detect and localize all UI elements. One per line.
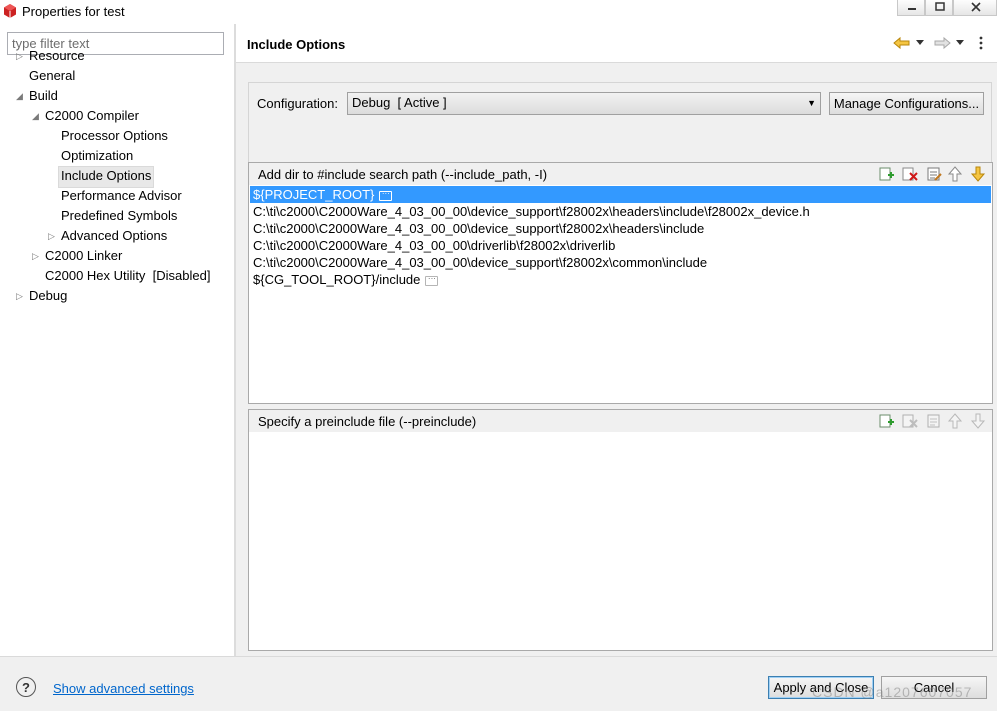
include-path-text: ${PROJECT_ROOT} — [253, 187, 375, 202]
delete-icon[interactable] — [902, 166, 918, 182]
include-path-header: Add dir to #include search path (--inclu… — [249, 163, 992, 185]
back-arrow-icon[interactable] — [893, 36, 911, 50]
tree-item-general[interactable]: General — [29, 66, 75, 86]
collapsed-arrow-icon[interactable]: ▷ — [16, 286, 23, 306]
edit-icon[interactable] — [926, 166, 942, 182]
include-path-text: C:\ti\c2000\C2000Ware_4_03_00_00\driverl… — [253, 238, 616, 253]
expanded-arrow-icon[interactable]: ◢ — [32, 106, 39, 126]
tree-item-c2000-hex-utility-disabled[interactable]: C2000 Hex Utility [Disabled] — [45, 266, 210, 286]
include-path-group: Add dir to #include search path (--inclu… — [248, 162, 993, 404]
include-path-row[interactable]: ${CG_TOOL_ROOT}/include ··· — [250, 271, 991, 288]
forward-arrow-icon[interactable] — [933, 36, 951, 50]
include-path-row[interactable]: C:\ti\c2000\C2000Ware_4_03_00_00\driverl… — [250, 237, 991, 254]
include-path-row[interactable]: ${PROJECT_ROOT} ··· — [250, 186, 991, 203]
window-title: Properties for test — [22, 4, 125, 19]
move-down-icon — [970, 413, 986, 429]
move-down-icon[interactable] — [970, 166, 986, 182]
preinclude-header: Specify a preinclude file (--preinclude) — [249, 410, 992, 432]
close-button[interactable] — [953, 0, 997, 16]
variable-ellipsis-icon[interactable]: ··· — [425, 274, 439, 286]
include-path-text: ${CG_TOOL_ROOT}/include — [253, 272, 421, 287]
title-bar: Properties for test — [0, 0, 997, 24]
tree-item-resource[interactable]: Resource — [29, 46, 85, 66]
delete-icon — [902, 414, 918, 428]
tree-item-c2000-compiler[interactable]: C2000 Compiler — [45, 106, 139, 126]
include-path-row[interactable]: C:\ti\c2000\C2000Ware_4_03_00_00\device_… — [250, 254, 991, 271]
tree-item-build[interactable]: Build — [29, 86, 58, 106]
app-icon — [4, 4, 16, 18]
tree-item-optimization[interactable]: Optimization — [61, 146, 133, 166]
move-up-icon[interactable] — [947, 166, 963, 182]
collapsed-arrow-icon[interactable]: ▷ — [48, 226, 55, 246]
minimize-icon — [908, 8, 916, 10]
include-path-title: Add dir to #include search path (--inclu… — [258, 167, 548, 182]
preinclude-group: Specify a preinclude file (--preinclude) — [248, 409, 993, 651]
include-path-text: C:\ti\c2000\C2000Ware_4_03_00_00\device_… — [253, 221, 705, 236]
add-icon[interactable] — [879, 166, 895, 182]
minimize-button[interactable] — [897, 0, 925, 16]
chevron-down-icon: ▼ — [807, 98, 816, 108]
close-icon — [971, 2, 981, 12]
expanded-arrow-icon[interactable]: ◢ — [16, 86, 23, 106]
back-menu-icon[interactable] — [916, 40, 925, 46]
tree-item-processor-options[interactable]: Processor Options — [61, 126, 168, 146]
maximize-icon — [935, 2, 945, 11]
tree-item-predefined-symbols[interactable]: Predefined Symbols — [61, 206, 177, 226]
preinclude-title: Specify a preinclude file (--preinclude) — [258, 414, 477, 429]
forward-menu-icon[interactable] — [956, 40, 965, 46]
collapsed-arrow-icon[interactable]: ▷ — [16, 46, 23, 66]
configuration-label: Configuration: — [257, 96, 338, 111]
tree-item-debug[interactable]: Debug — [29, 286, 67, 306]
tree-item-c2000-linker[interactable]: C2000 Linker — [45, 246, 122, 266]
help-icon[interactable]: ? — [16, 677, 36, 697]
watermark: CSDN @a1207607057 — [812, 684, 973, 700]
variable-ellipsis-icon[interactable]: ··· — [379, 189, 393, 201]
include-path-text: C:\ti\c2000\C2000Ware_4_03_00_00\device_… — [253, 204, 810, 219]
configuration-value: Debug [ Active ] — [352, 95, 447, 110]
include-path-row[interactable]: C:\ti\c2000\C2000Ware_4_03_00_00\device_… — [250, 203, 991, 220]
include-path-text: C:\ti\c2000\C2000Ware_4_03_00_00\device_… — [253, 255, 708, 270]
tree-item-advanced-options[interactable]: Advanced Options — [61, 226, 167, 246]
collapsed-arrow-icon[interactable]: ▷ — [32, 246, 39, 266]
add-icon[interactable] — [879, 413, 895, 429]
include-path-row[interactable]: C:\ti\c2000\C2000Ware_4_03_00_00\device_… — [250, 220, 991, 237]
page-header: Include Options — [236, 24, 997, 63]
edit-icon — [927, 414, 940, 428]
manage-configurations-button[interactable]: Manage Configurations... — [829, 92, 984, 115]
preinclude-list[interactable] — [249, 432, 992, 650]
show-advanced-settings-link[interactable]: Show advanced settings — [53, 681, 194, 696]
move-up-icon — [947, 413, 963, 429]
configuration-box: Configuration: Debug [ Active ] ▼ Manage… — [248, 82, 992, 168]
tree-item-performance-advisor[interactable]: Performance Advisor — [61, 186, 182, 206]
tree-item-include-options[interactable]: Include Options — [58, 166, 155, 188]
configuration-select[interactable]: Debug [ Active ] ▼ — [347, 92, 821, 115]
content-pane: Include Options Configuration: Debug [ A… — [236, 24, 997, 656]
page-title: Include Options — [247, 37, 346, 52]
navigation-pane: ▷ResourceGeneral◢Build◢C2000 CompilerPro… — [0, 24, 234, 656]
view-menu-icon[interactable] — [978, 35, 984, 51]
maximize-button[interactable] — [925, 0, 953, 16]
